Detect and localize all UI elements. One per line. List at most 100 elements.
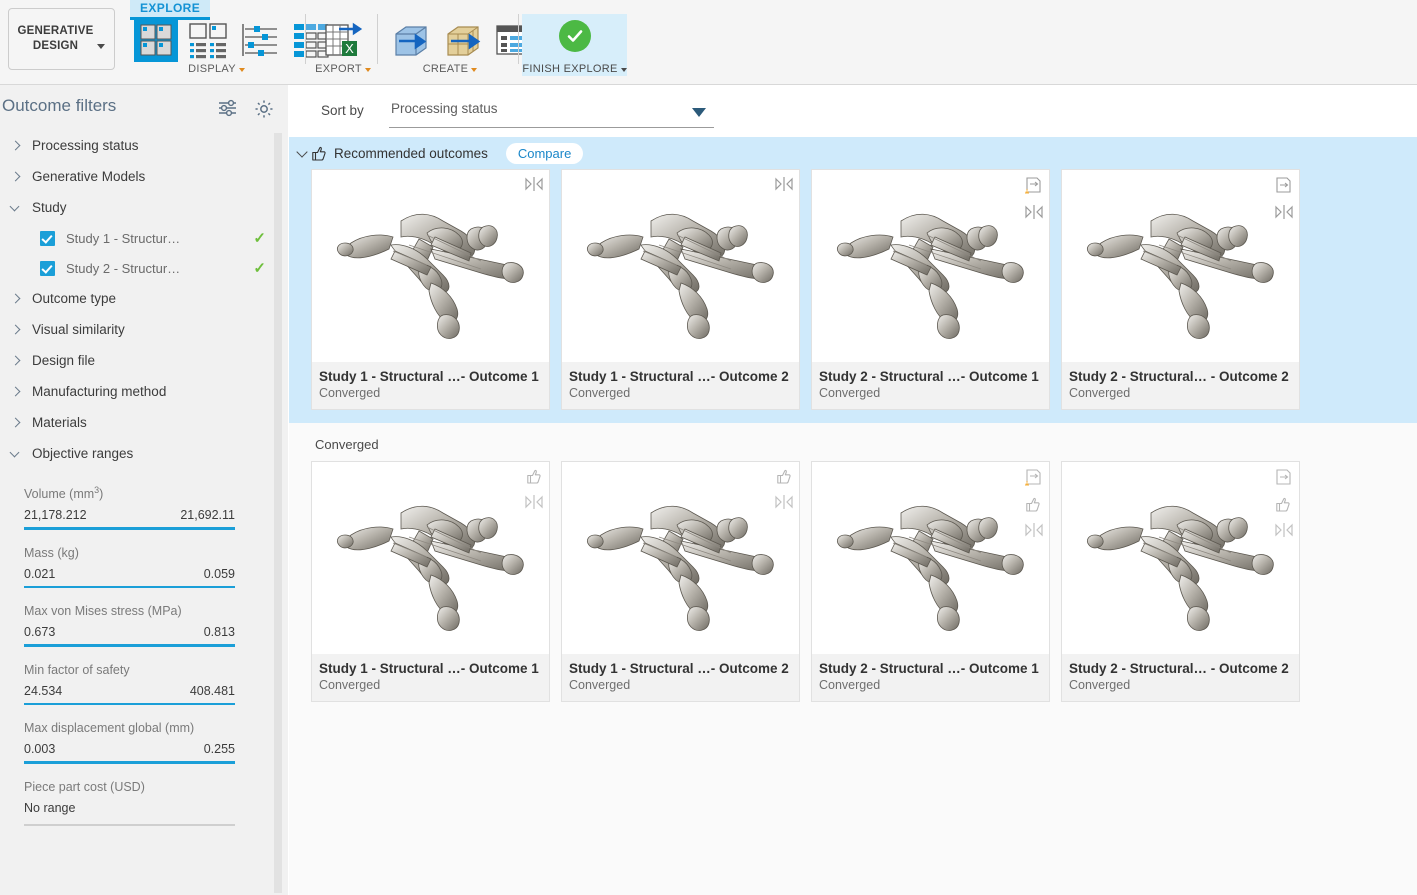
gear-icon[interactable]	[254, 99, 274, 124]
outcome-caption: Study 1 - Structural …- Outcome 2 Conver…	[562, 654, 799, 701]
ribbon-toolbar: GENERATIVEDESIGN EXPLORE	[0, 0, 1417, 85]
objective-label: Min factor of safety	[24, 663, 235, 677]
panel-display-title[interactable]: DISPLAY	[130, 63, 303, 75]
objective-label: Max von Mises stress (MPa)	[24, 604, 235, 618]
panel-create-title[interactable]: CREATE	[384, 63, 516, 75]
outcome-thumbnail[interactable]	[312, 170, 549, 362]
panel-export-title[interactable]: EXPORT	[312, 63, 374, 75]
sort-bar: Sort by Processing status	[289, 85, 1417, 137]
sidebar-filter-design-file[interactable]: Design file	[0, 345, 288, 376]
outcome-thumbnail[interactable]	[1062, 170, 1299, 362]
symmetry-icon[interactable]	[525, 494, 543, 515]
objective-range-min-factor-of-safety[interactable]: Min factor of safety 24.534 408.481	[24, 663, 235, 706]
document-icon[interactable]	[1274, 176, 1293, 200]
symmetry-icon[interactable]	[1025, 522, 1043, 543]
generative-design-menu-button[interactable]: GENERATIVEDESIGN	[8, 8, 115, 70]
symmetry-icon[interactable]	[1275, 522, 1293, 543]
thumbs-up-icon[interactable]	[526, 468, 543, 490]
outcome-card[interactable]: Study 1 - Structural …- Outcome 2 Conver…	[561, 169, 800, 410]
chevron-right-icon	[8, 291, 24, 307]
outcome-card[interactable]: Study 1 - Structural …- Outcome 1 Conver…	[311, 461, 550, 702]
sidebar-filter-outcome-type[interactable]: Outcome type	[0, 283, 288, 314]
study-checkbox-row-2[interactable]: Study 2 - Structur… ✓	[0, 253, 288, 283]
scatter-plot-view-icon[interactable]	[238, 18, 282, 62]
outcome-card[interactable]: Study 2 - Structural… - Outcome 2 Conver…	[1061, 169, 1300, 410]
outcome-title: Study 1 - Structural …- Outcome 2	[569, 369, 792, 384]
sliders-icon[interactable]	[218, 99, 238, 124]
sidebar-scrollbar[interactable]	[274, 133, 282, 893]
sidebar-filter-visual-similarity[interactable]: Visual similarity	[0, 314, 288, 345]
chevron-down-icon	[365, 68, 371, 72]
generative-design-label: GENERATIVEDESIGN	[18, 24, 94, 54]
panel-display: DISPLAY	[130, 8, 303, 76]
sort-by-select[interactable]: Processing status	[389, 96, 714, 128]
objective-range-max-displacement-global[interactable]: Max displacement global (mm) 0.003 0.255	[24, 721, 235, 764]
range-max-value: 0.059	[204, 567, 235, 581]
outcome-status: Converged	[1069, 678, 1292, 692]
create-mesh-icon[interactable]	[440, 18, 484, 62]
symmetry-icon[interactable]	[775, 494, 793, 515]
sidebar-filter-processing-status[interactable]: Processing status	[0, 130, 288, 161]
outcome-card[interactable]: Study 2 - Structural …- Outcome 1 Conver…	[811, 169, 1050, 410]
green-check-icon	[559, 20, 591, 52]
converged-group: Converged	[289, 423, 1417, 702]
checkbox-checked-icon[interactable]	[40, 231, 55, 246]
outcome-thumbnail[interactable]	[812, 170, 1049, 362]
thumbs-up-icon[interactable]	[776, 468, 793, 490]
outcome-status: Converged	[319, 678, 542, 692]
generative-model-preview	[831, 191, 1031, 341]
thumbs-up-icon	[311, 145, 328, 162]
export-spreadsheet-icon[interactable]: X	[321, 18, 365, 62]
thumbs-up-icon[interactable]	[1025, 496, 1042, 518]
checkbox-checked-icon[interactable]	[40, 261, 55, 276]
sidebar-filter-study[interactable]: Study	[0, 192, 288, 223]
objective-ranges-group: Volume (mm3) 21,178.212 21,692.11 Mass (…	[0, 485, 288, 826]
sidebar-filter-manufacturing-method[interactable]: Manufacturing method	[0, 376, 288, 407]
objective-range-max-von-mises-stress[interactable]: Max von Mises stress (MPa) 0.673 0.813	[24, 604, 235, 647]
create-solid-icon[interactable]	[388, 18, 432, 62]
outcome-card[interactable]: Study 1 - Structural …- Outcome 1 Conver…	[311, 169, 550, 410]
document-icon[interactable]	[1274, 468, 1293, 492]
range-slider[interactable]	[24, 527, 235, 530]
sidebar-filter-objective-ranges[interactable]: Objective ranges	[0, 438, 288, 469]
range-slider[interactable]	[24, 644, 235, 647]
outcome-title: Study 1 - Structural …- Outcome 1	[319, 369, 542, 384]
outcome-thumbnail[interactable]	[1062, 462, 1299, 654]
finish-explore-label[interactable]: FINISH EXPLORE	[522, 63, 627, 75]
warning-document-icon[interactable]	[1024, 176, 1043, 200]
chevron-down-icon	[692, 108, 706, 117]
chevron-down-icon	[8, 200, 24, 216]
sidebar-filter-generative-models[interactable]: Generative Models	[0, 161, 288, 192]
sort-by-value: Processing status	[391, 101, 498, 116]
svg-text:X: X	[345, 41, 354, 56]
outcome-card[interactable]: Study 2 - Structural… - Outcome 2 Conver…	[1061, 461, 1300, 702]
outcome-thumbnail[interactable]	[812, 462, 1049, 654]
symmetry-icon[interactable]	[1025, 204, 1043, 225]
outcome-card[interactable]: Study 1 - Structural …- Outcome 2 Conver…	[561, 461, 800, 702]
outcome-thumbnail[interactable]	[312, 462, 549, 654]
range-slider[interactable]	[24, 586, 235, 589]
chevron-down-icon[interactable]	[295, 145, 311, 161]
tile-list-view-icon[interactable]	[186, 18, 230, 62]
symmetry-icon[interactable]	[525, 176, 543, 197]
objective-range-piece-part-cost[interactable]: Piece part cost (USD) No range	[24, 780, 235, 827]
range-max-value: 0.255	[204, 742, 235, 756]
objective-range-volume[interactable]: Volume (mm3) 21,178.212 21,692.11	[24, 485, 235, 530]
study-checkbox-row-1[interactable]: Study 1 - Structur… ✓	[0, 223, 288, 253]
objective-range-mass[interactable]: Mass (kg) 0.021 0.059	[24, 546, 235, 589]
finish-explore-button[interactable]: FINISH EXPLORE	[522, 14, 627, 76]
sidebar-filter-materials[interactable]: Materials	[0, 407, 288, 438]
compare-button[interactable]: Compare	[506, 143, 583, 164]
outcome-card[interactable]: Study 2 - Structural …- Outcome 1 Conver…	[811, 461, 1050, 702]
symmetry-icon[interactable]	[775, 176, 793, 197]
recommended-outcomes-header: Recommended outcomes Compare	[289, 137, 1417, 169]
warning-document-icon[interactable]	[1024, 468, 1043, 492]
grid-view-icon[interactable]	[134, 18, 178, 62]
range-slider[interactable]	[24, 703, 235, 706]
divider	[305, 14, 306, 64]
thumbs-up-icon[interactable]	[1275, 496, 1292, 518]
outcome-thumbnail[interactable]	[562, 462, 799, 654]
range-slider[interactable]	[24, 761, 235, 764]
outcome-thumbnail[interactable]	[562, 170, 799, 362]
symmetry-icon[interactable]	[1275, 204, 1293, 225]
